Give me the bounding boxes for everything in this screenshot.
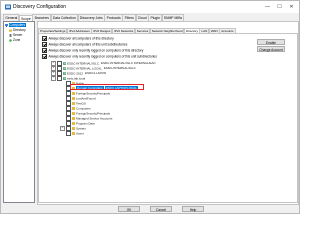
directory-tree-item[interactable]: + System: [60, 126, 86, 131]
folder-icon: [71, 97, 75, 100]
tree-item-server[interactable]: Server: [9, 33, 22, 38]
directory-tree-label: ESDC-INTERNAL.LOCAL: [66, 66, 102, 71]
directory-tree-label: esdc.lab.local: [66, 76, 86, 81]
ok-button[interactable]: OK: [118, 206, 140, 212]
tab-data-collection[interactable]: Data Collection: [50, 14, 79, 21]
tab-snmp-mibs[interactable]: SNMP MIBs: [161, 14, 185, 21]
tree-item-computers[interactable]: Computers: [5, 23, 26, 28]
directory-tree-item[interactable]: + ESDC-INTERNAL.LOCAL ESDC-INTERNAL/IGLC: [51, 66, 136, 71]
directory-tree-item[interactable]: TestOU: [60, 101, 86, 106]
domain-icon: [62, 72, 66, 75]
check-recent-subdirs[interactable]: Always discover only recently logged on …: [42, 54, 157, 59]
help-button[interactable]: Help: [182, 206, 204, 212]
folder-icon: [71, 107, 75, 110]
cancel-button[interactable]: Cancel: [150, 206, 172, 212]
directory-tree-label: Users: [75, 131, 84, 136]
directory-tree-item[interactable]: Managed Service Accounts: [60, 116, 112, 121]
folder-icon: [71, 127, 75, 130]
enable-button[interactable]: Enable: [257, 39, 285, 45]
domain-icon: [62, 77, 66, 80]
title-bar: Discovery Configuration — ☐ ✕: [1, 1, 299, 13]
directory-tree-item[interactable]: Computers: [60, 106, 91, 111]
directory-tree-item[interactable]: ForeignSecurityPrincipals: [60, 91, 110, 96]
directory-tree-label: LostAndFound: [75, 96, 96, 101]
check-recent-directory[interactable]: Always discover only recently logged on …: [42, 48, 143, 53]
directory-tree-label: ESDC-2012: [66, 71, 83, 76]
highlight-box: [70, 84, 144, 90]
directory-tree-item[interactable]: LostAndFound: [60, 96, 96, 101]
tree-checkbox[interactable]: [66, 131, 71, 136]
checkbox[interactable]: [42, 48, 47, 53]
directory-tree-item[interactable]: Users: [60, 131, 84, 136]
check-all-computers-subdirs[interactable]: Always discover all computers of this un…: [42, 42, 127, 47]
close-button[interactable]: ✕: [287, 3, 296, 11]
folder-icon: [71, 102, 75, 105]
folder-icon: [71, 122, 75, 125]
tree-item-directory[interactable]: Directory: [9, 28, 26, 33]
window-title: Discovery Configuration: [13, 4, 67, 10]
directory-tree-item[interactable]: ForeignSecurityPrincipals: [60, 111, 110, 116]
tab-plugin[interactable]: Plugin: [148, 14, 163, 21]
directory-tree-label: ForeignSecurityPrincipals: [75, 91, 110, 96]
checkbox[interactable]: [42, 54, 47, 59]
directory-tree-detail: ESDC-INTERNAL/IGLC INTERNAL/EAC: [101, 61, 156, 66]
folder-icon: [71, 92, 75, 95]
directory-tree-label: System: [75, 126, 86, 131]
directory-tree-item[interactable]: Program Data: [60, 121, 95, 126]
check-all-computers-directory[interactable]: Always discover all computers of this di…: [42, 36, 114, 41]
scope-tree: [3, 21, 35, 203]
server-icon: [9, 33, 12, 37]
directory-tree-item[interactable]: − esdc.lab.local: [51, 76, 85, 81]
main-tabs: General Scope Branches Data Collection Disco…: [3, 14, 185, 22]
directory-tree: + ESDC-INTERNAL/IGLC ESDC-INTERNAL/IGLC IN…: [51, 61, 251, 197]
directory-tree-label: Computers: [75, 106, 91, 111]
tab-branches[interactable]: Branches: [32, 14, 52, 21]
checkbox[interactable]: [42, 42, 47, 47]
directory-tree-detail: ESDC-INTERNAL/IGLC: [103, 66, 136, 71]
folder-icon: [71, 132, 75, 135]
app-icon: [5, 4, 11, 10]
tab-protocols[interactable]: Protocols: [104, 14, 123, 21]
tab-general[interactable]: General: [3, 14, 20, 21]
folder-icon: [71, 112, 75, 115]
collapse-icon[interactable]: −: [51, 76, 56, 81]
directory-tree-label: ESDC-INTERNAL/IGLC: [66, 61, 99, 66]
zone-icon: [9, 38, 12, 42]
computer-icon: [5, 23, 8, 27]
directory-tree-detail: ESDC2-LAPOD: [85, 71, 107, 76]
tab-filters[interactable]: Filters: [122, 14, 137, 21]
tree-item-zone[interactable]: Zone: [9, 38, 20, 43]
domain-icon: [62, 67, 66, 70]
minimize-button[interactable]: —: [263, 3, 272, 11]
directory-tree-item[interactable]: + ESDC-2012 ESDC2-LAPOD: [51, 71, 106, 76]
folder-icon: [71, 117, 75, 120]
maximize-button[interactable]: ☐: [275, 3, 284, 11]
directory-icon: [9, 29, 12, 32]
directory-tree-label: Managed Service Accounts: [75, 116, 113, 121]
directory-tree-label: ForeignSecurityPrincipals: [75, 111, 110, 116]
tab-cloud[interactable]: Cloud: [135, 14, 149, 21]
domain-icon: [62, 62, 66, 65]
tab-discovery-jobs[interactable]: Discovery Jobs: [77, 14, 105, 21]
change-account-button[interactable]: Change Account: [257, 46, 285, 52]
checkbox[interactable]: [42, 36, 47, 41]
directory-tree-label: Program Data: [75, 121, 95, 126]
directory-tree-item[interactable]: + ESDC-INTERNAL/IGLC ESDC-INTERNAL/IGLC IN…: [51, 61, 156, 66]
discovery-configuration-window: Discovery Configuration — ☐ ✕ General Sco…: [0, 0, 300, 214]
directory-tree-label: TestOU: [75, 101, 86, 106]
